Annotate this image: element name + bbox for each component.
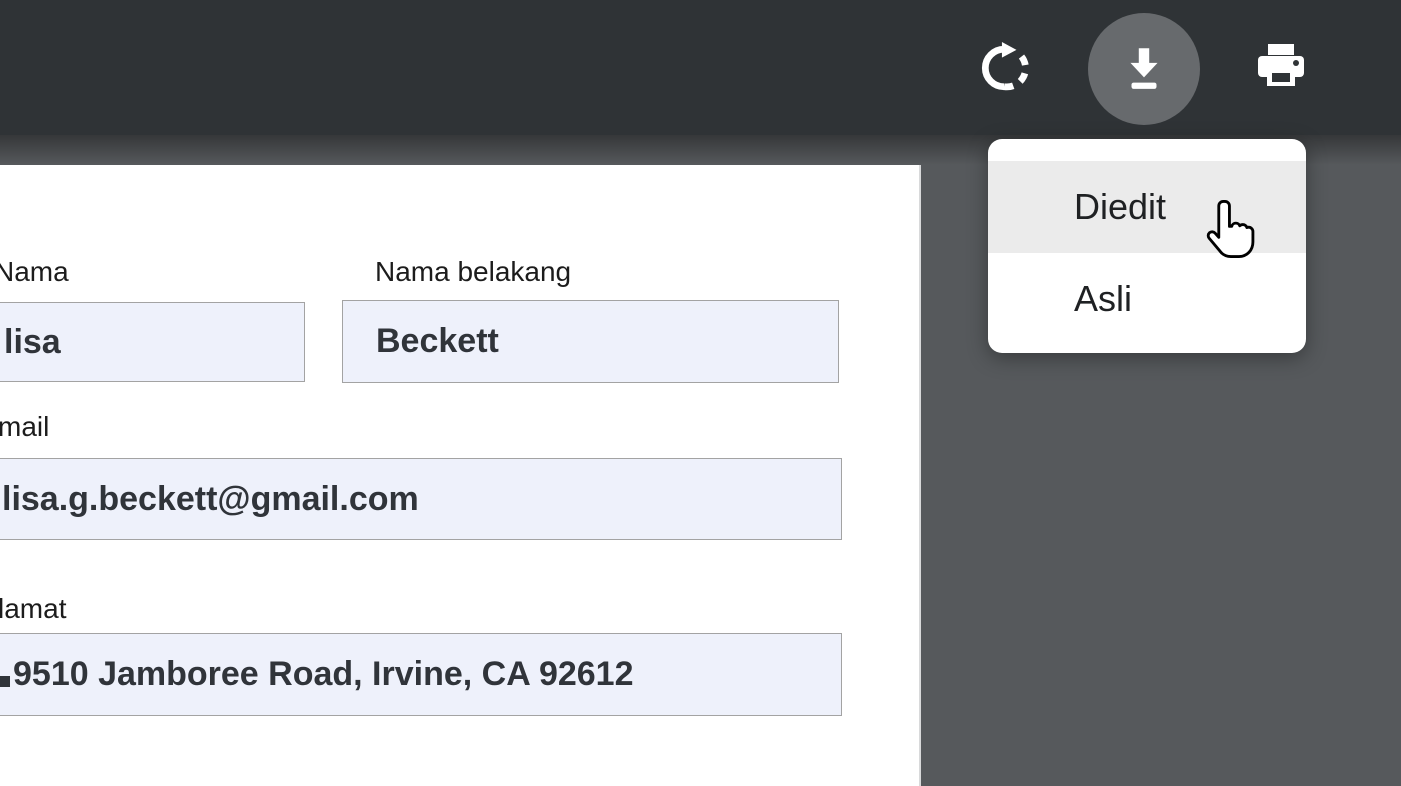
rotate-button[interactable] (974, 40, 1034, 100)
last-name-value: Beckett (376, 322, 499, 361)
first-name-field[interactable]: lisa (0, 302, 305, 382)
first-name-value: lisa (4, 323, 61, 362)
email-label: mail (0, 411, 49, 443)
download-button[interactable] (1088, 13, 1200, 125)
download-version-menu: Diedit Asli (988, 139, 1306, 353)
pdf-page: Nama lisa Nama belakang Beckett mail lis… (0, 165, 921, 786)
print-icon (1252, 40, 1310, 103)
pdf-toolbar (0, 0, 1401, 135)
email-value: lisa.g.beckett@gmail.com (2, 480, 419, 519)
clipped-digit-fragment (0, 676, 10, 687)
address-field[interactable]: 9510 Jamboree Road, Irvine, CA 92612 (0, 633, 842, 716)
print-button[interactable] (1248, 38, 1314, 104)
menu-item-edited[interactable]: Diedit (988, 161, 1306, 253)
rotate-clockwise-icon (977, 41, 1031, 100)
last-name-field[interactable]: Beckett (342, 300, 839, 383)
address-value: 9510 Jamboree Road, Irvine, CA 92612 (13, 655, 634, 694)
last-name-label: Nama belakang (375, 256, 571, 288)
menu-item-original[interactable]: Asli (988, 253, 1306, 345)
first-name-label: Nama (0, 256, 69, 288)
download-icon (1121, 42, 1167, 97)
email-field[interactable]: lisa.g.beckett@gmail.com (0, 458, 842, 540)
address-label: lamat (0, 593, 66, 625)
